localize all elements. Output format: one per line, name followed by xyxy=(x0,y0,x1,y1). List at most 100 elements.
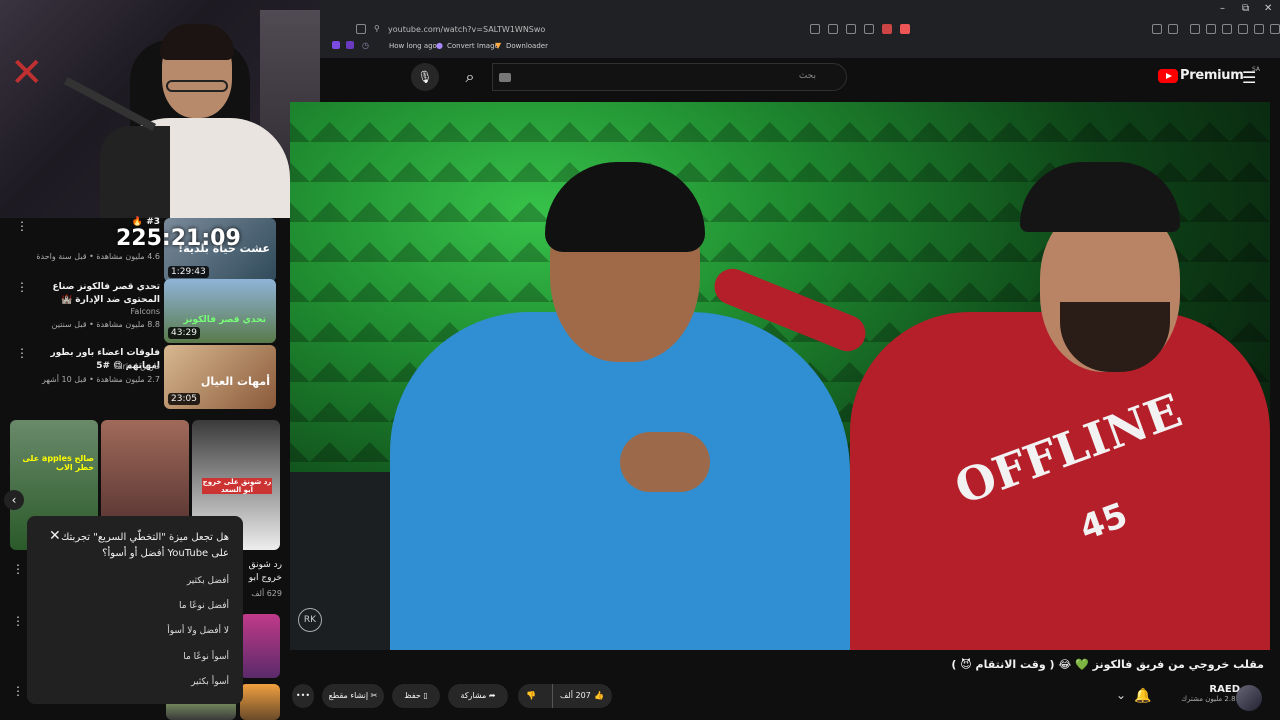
search-input[interactable]: بحث xyxy=(492,63,847,91)
bell-icon[interactable]: 🔔 xyxy=(1134,688,1151,704)
short-caption: صالح apples على خطر الاب xyxy=(22,454,94,472)
search-icon[interactable]: ⌕ xyxy=(448,63,492,91)
rec-channel[interactable]: فارس | Faris xyxy=(20,362,160,371)
search-placeholder: بحث xyxy=(798,71,816,81)
kebab-menu-icon[interactable]: ⋮ xyxy=(12,562,24,576)
share-label: مشاركة xyxy=(460,691,487,700)
recommended-item[interactable]: ⋮ فلوقات اعضاء باور بطور امهاتهم 😍 #5 فا… xyxy=(6,345,284,409)
rec-meta: 8.8 مليون مشاهدة • قبل سنتين xyxy=(51,320,160,329)
video-player[interactable]: OFFLINE 45 RK xyxy=(290,102,1270,650)
short-title-line2: خروج ابو xyxy=(248,573,282,583)
title-bar: – ⧉ ✕ xyxy=(320,0,1280,20)
browser-chrome: – ⧉ ✕ ⚲ youtube.com/watch?v=SALTW1WNSwo … xyxy=(320,0,1280,58)
clip-button[interactable]: ✂ إنشاء مقطع xyxy=(322,684,384,708)
more-actions-button[interactable]: ••• xyxy=(292,684,314,708)
person-blue-shirt xyxy=(390,312,850,650)
vpn-icon[interactable] xyxy=(1254,24,1264,34)
channel-watermark[interactable]: RK xyxy=(298,608,322,632)
youtube-header: 🎙 ⌕ بحث Premium SA ☰ xyxy=(320,58,1280,98)
leo-icon[interactable] xyxy=(1238,24,1248,34)
streamer-jacket xyxy=(100,126,170,218)
thumb-caption: تحدي قصر فالكونز xyxy=(183,315,266,325)
minimize-icon[interactable]: – xyxy=(1220,3,1225,14)
streamer-glasses xyxy=(166,80,228,92)
webcam-overlay: ✕ xyxy=(0,0,320,218)
like-dislike-group: 👎 207 ألف 👍 xyxy=(518,684,612,708)
close-window-icon[interactable]: ✕ xyxy=(1264,3,1272,14)
bookmark-favicon-icon[interactable] xyxy=(332,41,340,49)
poster-x: ✕ xyxy=(10,50,44,96)
music-icon[interactable] xyxy=(1190,24,1200,34)
save-button[interactable]: ▯ حفظ xyxy=(392,684,440,708)
scissors-icon: ✂ xyxy=(368,691,378,700)
action-bar: ••• ✂ إنشاء مقطع ▯ حفظ ➦ مشاركة 👎 207 أل… xyxy=(290,684,1280,708)
maximize-icon[interactable]: ⧉ xyxy=(1242,3,1249,14)
share-button[interactable]: ➦ مشاركة xyxy=(448,684,508,708)
wallet-icon[interactable] xyxy=(1222,24,1232,34)
survey-option[interactable]: أفضل نوعًا ما xyxy=(179,601,229,611)
rec-channel[interactable]: Falcons xyxy=(20,307,160,316)
kebab-menu-icon[interactable]: ⋮ xyxy=(12,614,24,628)
bookmark-item[interactable]: Downloader xyxy=(506,42,548,50)
overlay-timer: 225:21:09 xyxy=(116,226,241,251)
convert-image-icon: ● xyxy=(436,41,443,50)
channel-info[interactable]: RAED 2.81 مليون مشترك xyxy=(1180,684,1240,703)
menu-icon[interactable] xyxy=(1270,24,1280,34)
streamer-hair xyxy=(160,24,234,60)
save-label: حفظ xyxy=(404,691,421,700)
logo-text: Premium xyxy=(1180,68,1244,83)
like-icon[interactable]: 👍 xyxy=(594,684,604,708)
short-views: 629 ألف xyxy=(251,589,282,598)
survey-option[interactable]: لا أفضل ولا أسوأ xyxy=(167,626,229,636)
downloader-icon: ▼ xyxy=(495,41,502,50)
person-red-jacket xyxy=(850,312,1270,650)
extension-icon[interactable] xyxy=(1152,24,1162,34)
divider xyxy=(552,684,553,708)
sidebar-icon[interactable] xyxy=(1206,24,1216,34)
chevron-down-icon[interactable]: ⌄ xyxy=(1116,688,1126,702)
bookmark-favicon-icon[interactable] xyxy=(346,41,354,49)
like-count[interactable]: 207 ألف xyxy=(560,684,591,708)
rec-thumbnail[interactable]: أمهات العيال 23:05 xyxy=(164,345,276,409)
hamburger-menu-icon[interactable]: ☰ xyxy=(1242,68,1256,87)
survey-option[interactable]: أسوأ نوعًا ما xyxy=(183,652,229,662)
keyboard-icon[interactable] xyxy=(499,73,511,82)
microphone-icon[interactable]: 🎙 xyxy=(411,63,439,91)
recommended-item[interactable]: ⋮ تحدي قصر فالكونز صناع المحتوى ضد الإدا… xyxy=(6,279,284,343)
youtube-play-icon xyxy=(1158,69,1178,83)
share-arrow-icon: ➦ xyxy=(486,691,496,700)
zoom-icon[interactable] xyxy=(828,24,838,34)
video-title: مقلب خروجي من فريق فالكونز 💚 😂 ( وقت الا… xyxy=(951,658,1264,671)
brave-rewards-icon[interactable] xyxy=(900,24,910,34)
address-bar[interactable]: ⚲ youtube.com/watch?v=SALTW1WNSwo xyxy=(350,21,910,39)
survey-question: هل تجعل ميزة "التخطّي السريع" تجربتك على… xyxy=(61,532,229,559)
short-title: رد شونق xyxy=(248,560,282,570)
rec-title: تحدي قصر فالكونز صناع المحتوى ضد الإدارة… xyxy=(52,282,160,305)
survey-option[interactable]: أفضل بكثير xyxy=(187,576,229,586)
cast-icon[interactable] xyxy=(846,24,856,34)
short-thumbnail[interactable] xyxy=(240,684,280,720)
site-info-icon[interactable]: ⚲ xyxy=(374,24,380,33)
url-text[interactable]: youtube.com/watch?v=SALTW1WNSwo xyxy=(388,25,545,34)
translate-icon[interactable] xyxy=(810,24,820,34)
rec-thumbnail[interactable]: تحدي قصر فالكونز 43:29 xyxy=(164,279,276,343)
bookmark-item[interactable]: Convert Image xyxy=(447,42,499,50)
feedback-survey: ✕ هل تجعل ميزة "التخطّي السريع" تجربتك ع… xyxy=(27,516,243,704)
channel-avatar[interactable] xyxy=(1236,685,1262,711)
chevron-left-icon[interactable]: ‹ xyxy=(4,490,24,510)
bookmark-item[interactable]: How long ago xyxy=(389,42,437,50)
dislike-icon[interactable]: 👎 xyxy=(526,684,536,708)
survey-option[interactable]: أسوأ بكثير xyxy=(191,677,229,687)
clock-icon: ◷ xyxy=(362,41,369,50)
clip-label: إنشاء مقطع xyxy=(328,691,369,700)
person-left-hand xyxy=(620,432,710,492)
extension-icon[interactable] xyxy=(1168,24,1178,34)
brave-shield-icon[interactable] xyxy=(882,24,892,34)
subscriber-count: 2.81 مليون مشترك xyxy=(1181,695,1240,703)
short-thumbnail[interactable] xyxy=(240,614,280,678)
channel-name[interactable]: RAED xyxy=(1180,684,1240,695)
kebab-menu-icon[interactable]: ⋮ xyxy=(12,684,24,698)
short-caption: رد شونق على خروج ابو السعد xyxy=(202,478,272,494)
duration-badge: 1:29:43 xyxy=(168,266,209,278)
share-page-icon[interactable] xyxy=(864,24,874,34)
